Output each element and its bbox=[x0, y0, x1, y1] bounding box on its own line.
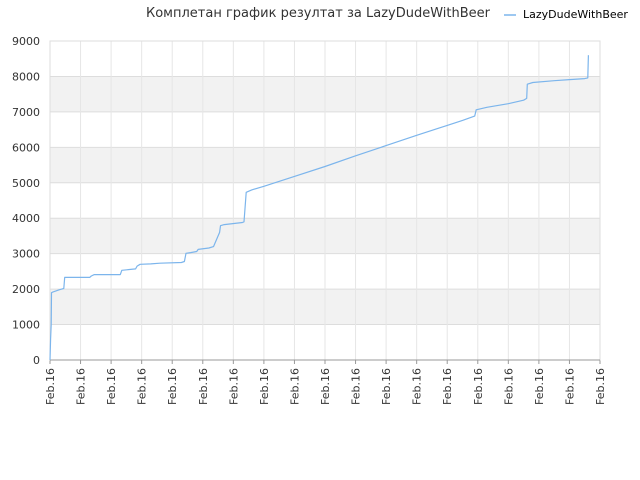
x-tick-label: Feb.16 bbox=[533, 368, 546, 405]
x-tick-label: Feb.16 bbox=[197, 368, 210, 405]
x-tick-label: Feb.16 bbox=[258, 368, 271, 405]
y-tick-label: 9000 bbox=[12, 35, 40, 48]
x-tick-label: Feb.16 bbox=[288, 368, 301, 405]
x-tick-label: Feb.16 bbox=[75, 368, 88, 405]
x-tick-label: Feb.16 bbox=[441, 368, 454, 405]
x-tick-label: Feb.16 bbox=[136, 368, 149, 405]
x-axis-ticks: Feb.16 Feb.16 Feb.16 Feb.16 Feb.16 Feb.16 Feb.… bbox=[44, 368, 607, 405]
x-tick-label: Feb.16 bbox=[105, 368, 118, 405]
chart-title: Комплетан график резултат за LazyDudeWit… bbox=[146, 6, 491, 21]
x-tick-label: Feb.16 bbox=[227, 368, 240, 405]
x-tick-label: Feb.16 bbox=[563, 368, 576, 405]
y-tick-label: 5000 bbox=[12, 177, 40, 190]
x-tick-label: Feb.16 bbox=[472, 368, 485, 405]
y-tick-label: 1000 bbox=[12, 319, 40, 332]
y-tick-label: 2000 bbox=[12, 283, 40, 296]
x-tick-label: Feb.16 bbox=[411, 368, 424, 405]
x-tick-label: Feb.16 bbox=[594, 368, 607, 405]
legend-label: LazyDudeWithBeer bbox=[523, 8, 628, 21]
x-tick-label: Feb.16 bbox=[350, 368, 363, 405]
y-tick-label: 0 bbox=[33, 354, 40, 367]
x-tick-label: Feb.16 bbox=[319, 368, 332, 405]
x-tick-label: Feb.16 bbox=[166, 368, 179, 405]
y-tick-label: 4000 bbox=[12, 212, 40, 225]
chart-svg: 0 1000 2000 3000 4000 5000 6000 7000 8000 9000 Fe… bbox=[12, 6, 628, 405]
y-tick-label: 6000 bbox=[12, 141, 40, 154]
x-tick-label: Feb.16 bbox=[380, 368, 393, 405]
y-axis-ticks: 0 1000 2000 3000 4000 5000 6000 7000 8000 9000 bbox=[12, 35, 40, 367]
y-tick-label: 7000 bbox=[12, 106, 40, 119]
x-tick-label: Feb.16 bbox=[502, 368, 515, 405]
legend[interactable]: LazyDudeWithBeer bbox=[504, 8, 628, 21]
x-tick-label: Feb.16 bbox=[44, 368, 57, 405]
y-tick-label: 3000 bbox=[12, 248, 40, 261]
y-tick-label: 8000 bbox=[12, 70, 40, 83]
